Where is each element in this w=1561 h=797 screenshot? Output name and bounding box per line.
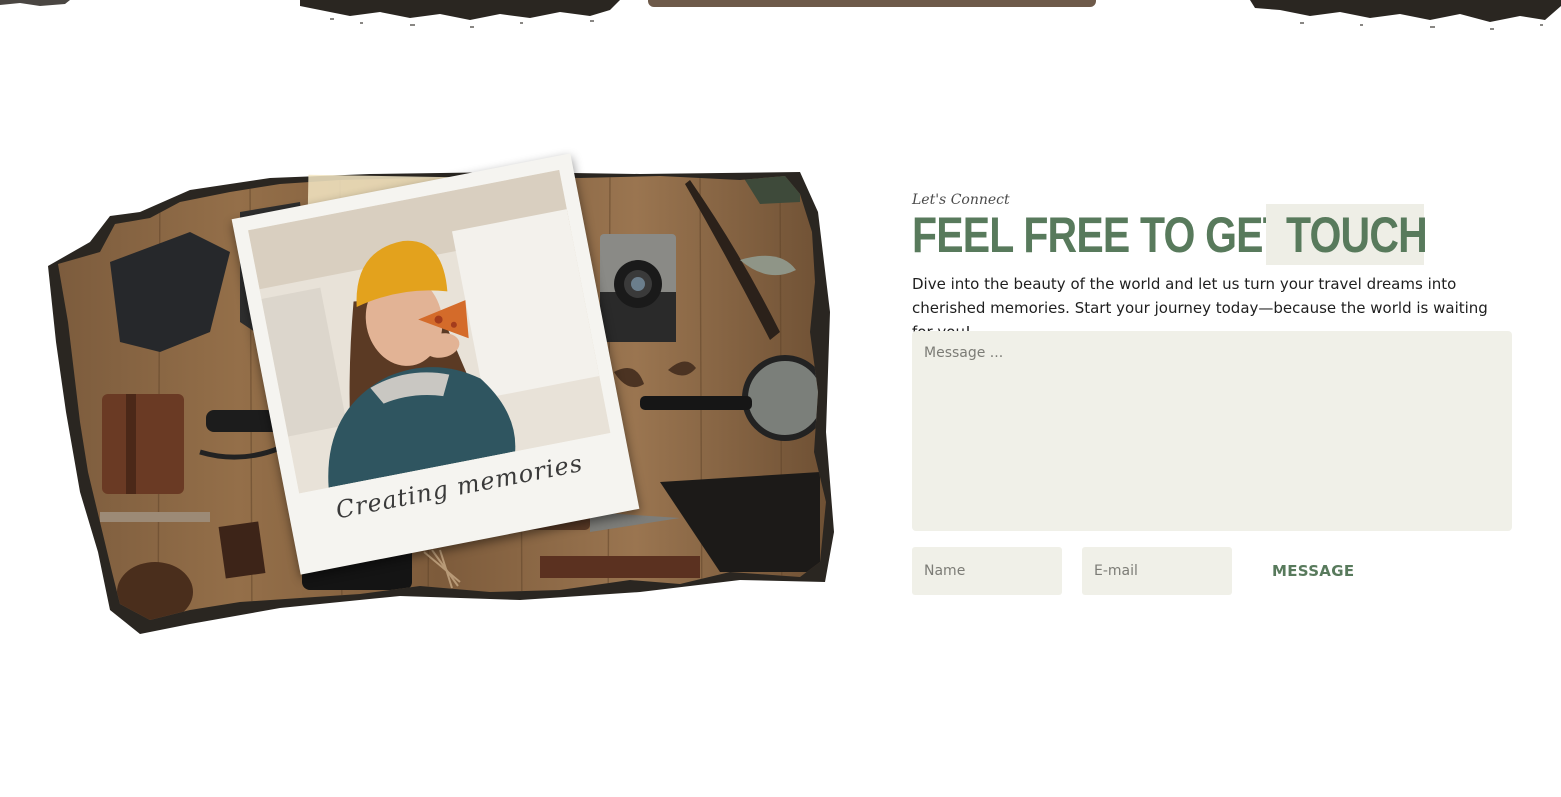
section-headline: FEEL FREE TO GET IN TOUCH — [912, 204, 1430, 266]
journal-icon — [102, 394, 184, 494]
headline-highlight: TOUCH — [1286, 207, 1428, 263]
top-torn-strip — [0, 0, 1561, 34]
polaroid-image — [248, 169, 611, 494]
camera-icon — [600, 234, 676, 342]
top-accent-bar — [648, 0, 1096, 7]
polaroid-photo: Creating memories — [231, 153, 640, 575]
chocolate-icon — [218, 521, 266, 579]
name-input[interactable] — [912, 547, 1062, 595]
send-message-button[interactable]: MESSAGE — [1256, 547, 1370, 595]
headline-highlight-box: TOUCH — [1266, 204, 1428, 265]
email-input[interactable] — [1082, 547, 1232, 595]
message-textarea[interactable] — [912, 331, 1512, 531]
